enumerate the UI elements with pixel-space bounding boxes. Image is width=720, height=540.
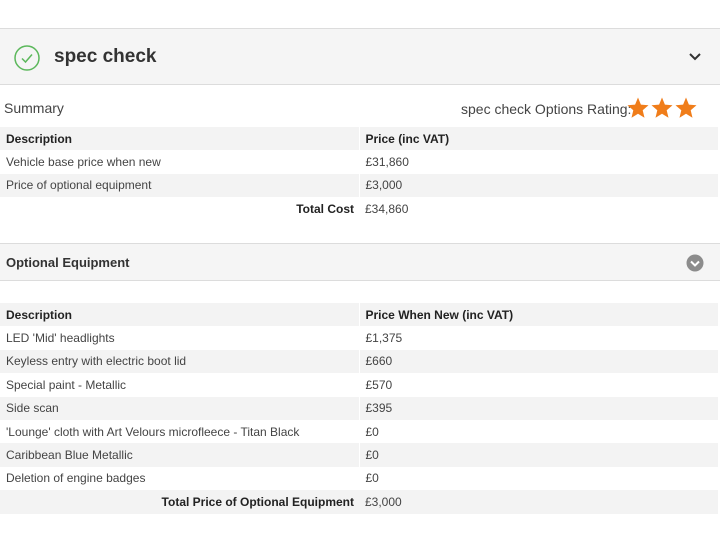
table-row: Deletion of engine badges £0 <box>0 466 718 491</box>
row-price: £0 <box>358 443 718 467</box>
star-icon <box>627 97 649 118</box>
header-title: spec check <box>54 46 157 67</box>
table-header-row: Description Price (inc VAT) <box>0 127 718 151</box>
column-header: Price When New (inc VAT) <box>358 303 718 327</box>
section-title: Optional Equipment <box>6 255 130 270</box>
row-description: Price of optional equipment <box>0 173 359 198</box>
row-description: LED 'Mid' headlights <box>6 331 115 346</box>
total-label: Total Cost <box>296 201 354 216</box>
table-row: Vehicle base price when new £31,860 <box>0 150 718 174</box>
row-price: £570 <box>358 373 718 397</box>
row-price: £660 <box>358 349 718 374</box>
row-price: £0 <box>358 466 718 491</box>
total-row: Total Price of Optional Equipment £3,000 <box>0 490 718 514</box>
summary-table: Description Price (inc VAT) Vehicle base… <box>0 127 718 221</box>
column-header: Description <box>0 127 359 151</box>
total-row: Total Cost £34,860 <box>0 197 718 220</box>
table-row: Side scan £395 <box>0 396 718 420</box>
summary-label: Summary <box>4 100 64 116</box>
rating-label: spec check Options Rating: <box>461 101 632 117</box>
table-row: Price of optional equipment £3,000 <box>0 173 718 198</box>
table-header-row: Description Price When New (inc VAT) <box>0 303 718 327</box>
check-circle-icon <box>14 45 40 71</box>
row-price: £395 <box>358 396 718 420</box>
row-price: £1,375 <box>358 326 718 350</box>
table-row: Special paint - Metallic £570 <box>0 373 718 397</box>
row-description: Caribbean Blue Metallic <box>0 443 359 467</box>
table-row: Caribbean Blue Metallic £0 <box>0 443 718 467</box>
row-description: Side scan <box>0 396 359 420</box>
row-description: Deletion of engine badges <box>6 471 146 486</box>
row-price: £3,000 <box>358 173 718 198</box>
total-value: £34,860 <box>365 201 409 216</box>
column-header: Description <box>0 303 359 327</box>
star-icon <box>651 97 673 118</box>
total-label: Total Price of Optional Equipment <box>0 490 359 514</box>
star-icon <box>675 97 697 118</box>
chevron-circle-icon[interactable] <box>686 254 704 272</box>
total-value: £3,000 <box>359 490 718 514</box>
optional-equipment-table: Description Price When New (inc VAT) LED… <box>0 303 718 514</box>
row-price: £0 <box>358 419 718 444</box>
row-description: 'Lounge' cloth with Art Velours microfle… <box>6 424 300 439</box>
row-description: Special paint - Metallic <box>6 377 127 392</box>
table-row: 'Lounge' cloth with Art Velours microfle… <box>0 419 718 444</box>
row-description: Vehicle base price when new <box>6 155 161 170</box>
column-header: Price (inc VAT) <box>358 127 718 151</box>
table-row: Keyless entry with electric boot lid £66… <box>0 349 718 374</box>
table-row: LED 'Mid' headlights £1,375 <box>0 326 718 350</box>
row-price: £31,860 <box>358 150 718 174</box>
chevron-down-icon[interactable] <box>688 52 702 62</box>
row-description: Keyless entry with electric boot lid <box>0 349 359 374</box>
